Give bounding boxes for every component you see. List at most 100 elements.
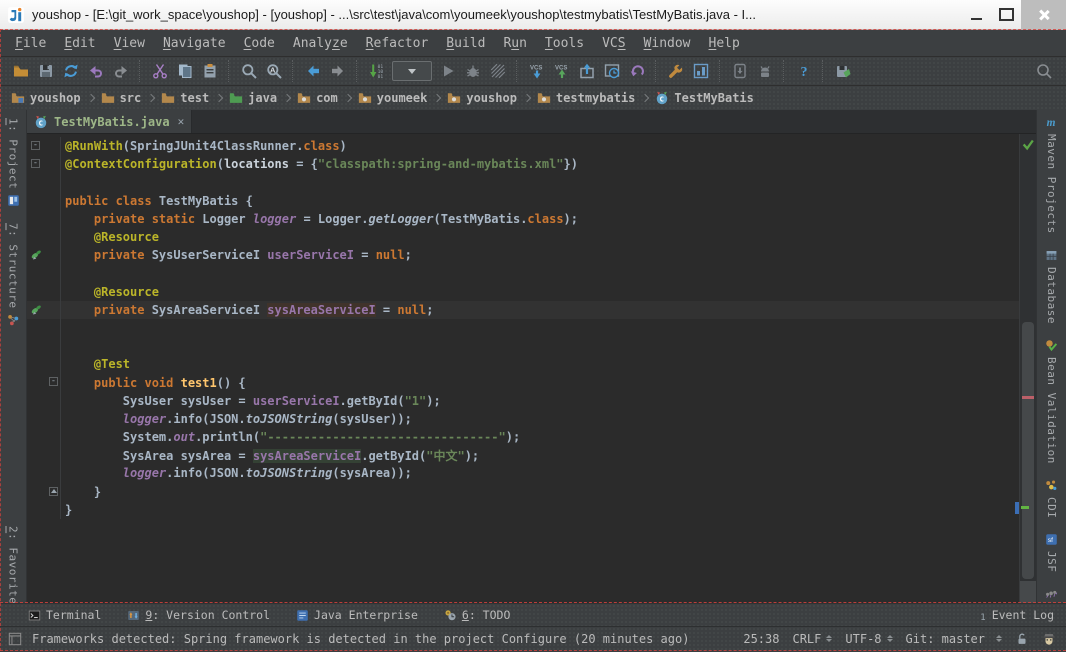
breadcrumb-youshop[interactable]: youshop (8, 91, 84, 105)
stripe-button-2-favorites[interactable]: 2: Favorites (7, 526, 20, 603)
code-line[interactable] (27, 319, 1020, 337)
sync-gradle-button[interactable] (830, 58, 855, 84)
gutter[interactable] (27, 337, 61, 355)
fold-end-marker[interactable] (49, 487, 58, 496)
code-line[interactable] (27, 173, 1020, 191)
menu-build[interactable]: Build (437, 33, 494, 54)
back-button[interactable] (300, 58, 325, 84)
stripe-mark-green[interactable] (1021, 506, 1029, 509)
redo-button[interactable] (108, 58, 133, 84)
breadcrumb-test[interactable]: test (158, 91, 212, 105)
title-bar[interactable]: youshop - [E:\git_work_space\youshop] - … (0, 0, 1066, 30)
paste-button[interactable] (197, 58, 222, 84)
code-line[interactable]: } (27, 501, 1020, 519)
fold-marker[interactable]: - (31, 159, 40, 168)
rollback-button[interactable] (624, 58, 649, 84)
help-button[interactable]: ? (791, 58, 816, 84)
open-file-button[interactable] (8, 58, 33, 84)
compile-order-button[interactable]: 011001 (364, 58, 389, 84)
menu-tools[interactable]: Tools (536, 33, 593, 54)
sdk-manager-button[interactable] (752, 58, 777, 84)
gutter[interactable]: - (27, 373, 61, 391)
breadcrumb-com[interactable]: com (294, 91, 341, 105)
code-line[interactable]: private SysUserServiceI userServiceI = n… (27, 246, 1020, 264)
inspections-ok-icon[interactable] (1021, 137, 1035, 151)
caret-position[interactable]: 25:38 (743, 632, 779, 646)
code-line[interactable]: @Resource (27, 283, 1020, 301)
save-all-button[interactable] (33, 58, 58, 84)
fold-marker[interactable]: - (49, 377, 58, 386)
menu-run[interactable]: Run (494, 33, 535, 54)
menu-navigate[interactable]: Navigate (154, 33, 235, 54)
gutter[interactable] (27, 228, 61, 246)
encoding-widget[interactable]: UTF-8 (845, 632, 892, 646)
code-line[interactable]: private SysAreaServiceI sysAreaServiceI … (27, 301, 1020, 319)
stripe-button-jsf[interactable]: sfJSF (1045, 533, 1058, 572)
tab-testmybatis[interactable]: C TestMyBatis.java ✕ (27, 110, 192, 133)
configure-link[interactable]: Configure (502, 632, 567, 646)
project-structure-button[interactable] (688, 58, 713, 84)
replace-button[interactable]: A (261, 58, 286, 84)
git-branch-widget[interactable]: Git: master (906, 632, 1002, 646)
breadcrumb-java[interactable]: java (226, 91, 280, 105)
menu-help[interactable]: Help (700, 33, 749, 54)
gutter[interactable]: - (27, 155, 61, 173)
stripe-button-cdi[interactable]: CDI (1045, 479, 1058, 518)
scrollbar-thumb[interactable] (1022, 322, 1034, 579)
settings-button[interactable] (663, 58, 688, 84)
stripe-button-ant[interactable]: Ant (1045, 587, 1058, 603)
coverage-button[interactable] (485, 58, 510, 84)
gutter[interactable]: - (27, 137, 61, 155)
code-editor[interactable]: -@RunWith(SpringJUnit4ClassRunner.class)… (27, 134, 1036, 603)
fold-marker[interactable]: - (31, 141, 40, 150)
code-line[interactable]: @Test (27, 355, 1020, 373)
stripe-button-bean-validation[interactable]: Bean Validation (1045, 339, 1058, 464)
synchronize-button[interactable] (58, 58, 83, 84)
breadcrumb-youmeek[interactable]: youmeek (355, 91, 431, 105)
code-line[interactable]: logger.info(JSON.toJSONString(sysUser)); (27, 410, 1020, 428)
forward-button[interactable] (325, 58, 350, 84)
tab-close-icon[interactable]: ✕ (178, 115, 185, 128)
breadcrumb-testmybatis[interactable]: testmybatis (534, 91, 638, 105)
gutter[interactable] (27, 319, 61, 337)
undo-button[interactable] (83, 58, 108, 84)
avd-manager-button[interactable] (727, 58, 752, 84)
gutter[interactable] (27, 173, 61, 191)
stripe-button-database[interactable]: Database (1045, 249, 1058, 324)
copy-button[interactable] (172, 58, 197, 84)
tool-button-terminal[interactable]: Terminal (28, 608, 101, 622)
menu-edit[interactable]: Edit (55, 33, 104, 54)
maximize-button[interactable] (991, 0, 1021, 29)
menu-window[interactable]: Window (635, 33, 700, 54)
run-config-select[interactable] (392, 61, 432, 81)
find-button[interactable] (236, 58, 261, 84)
vcs-update-button[interactable]: VCS (524, 58, 549, 84)
gutter[interactable] (27, 464, 61, 482)
debug-button[interactable] (460, 58, 485, 84)
code-line[interactable] (27, 264, 1020, 282)
code-line[interactable]: SysArea sysArea = sysAreaServiceI.getByI… (27, 446, 1020, 464)
menu-file[interactable]: File (6, 33, 55, 54)
code-line[interactable]: System.out.println("--------------------… (27, 428, 1020, 446)
gutter[interactable] (27, 410, 61, 428)
search-button[interactable] (1031, 58, 1056, 84)
error-stripe[interactable] (1019, 134, 1036, 603)
vcs-commit-button[interactable]: VCS (549, 58, 574, 84)
code-line[interactable]: SysUser sysUser = userServiceI.getById("… (27, 392, 1020, 410)
stripe-button-maven-projects[interactable]: mMaven Projects (1045, 116, 1058, 234)
lock-icon[interactable] (1015, 632, 1029, 646)
breadcrumb-src[interactable]: src (98, 91, 145, 105)
code-line[interactable]: @Resource (27, 228, 1020, 246)
breadcrumb-youshop[interactable]: youshop (444, 91, 520, 105)
code-line[interactable]: - public void test1() { (27, 373, 1020, 391)
tool-button-6-todo[interactable]: 6: TODO (444, 608, 510, 622)
gutter[interactable] (27, 301, 61, 319)
gutter[interactable] (27, 483, 61, 501)
code-line[interactable]: -@ContextConfiguration(locations = {"cla… (27, 155, 1020, 173)
highlighting-level-icon[interactable] (1042, 632, 1056, 646)
gutter[interactable] (27, 246, 61, 264)
gutter[interactable] (27, 446, 61, 464)
code-line[interactable]: public class TestMyBatis { (27, 192, 1020, 210)
code-line[interactable]: private static Logger logger = Logger.ge… (27, 210, 1020, 228)
breadcrumb-testmybatis[interactable]: CTestMyBatis (652, 91, 756, 105)
